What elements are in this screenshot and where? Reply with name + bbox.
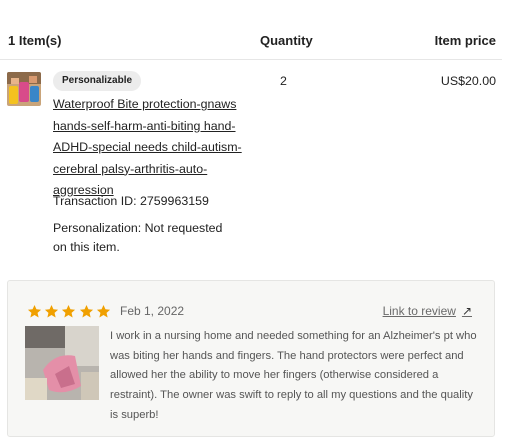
- review-text: I work in a nursing home and needed some…: [110, 330, 477, 421]
- star-icon: [96, 304, 113, 321]
- order-items-header: 1 Item(s) Quantity Item price: [0, 0, 502, 60]
- item-price-value: US$20.00: [440, 74, 496, 88]
- product-title-link[interactable]: Waterproof Bite protection-gnaws hands-s…: [53, 94, 243, 202]
- purchase-page: 1 Item(s) Quantity Item price Personaliz…: [0, 0, 514, 442]
- personalizable-badge: Personalizable: [53, 71, 142, 91]
- personalization-note: Personalization: Not requested on this i…: [53, 221, 223, 254]
- link-to-review-label: Link to review: [382, 304, 456, 318]
- review-card: Feb 1, 2022 Link to review ↗ I work in a…: [7, 280, 495, 437]
- star-icon: [79, 304, 96, 321]
- link-to-review[interactable]: Link to review ↗: [383, 304, 472, 318]
- items-count-header: 1 Item(s): [8, 33, 62, 48]
- transaction-id: Transaction ID: 2759963159: [53, 194, 209, 208]
- product-thumbnail[interactable]: [7, 72, 41, 106]
- review-photo[interactable]: [25, 326, 99, 400]
- quantity-header: Quantity: [260, 33, 313, 48]
- review-date: Feb 1, 2022: [120, 304, 185, 318]
- arrow-up-right-icon: ↗: [461, 304, 472, 318]
- star-icon: [27, 304, 44, 321]
- star-icon: [61, 304, 78, 321]
- star-icon: [44, 304, 61, 321]
- item-price-header: Item price: [434, 33, 496, 48]
- quantity-value: 2: [280, 74, 287, 88]
- star-rating: [27, 304, 113, 321]
